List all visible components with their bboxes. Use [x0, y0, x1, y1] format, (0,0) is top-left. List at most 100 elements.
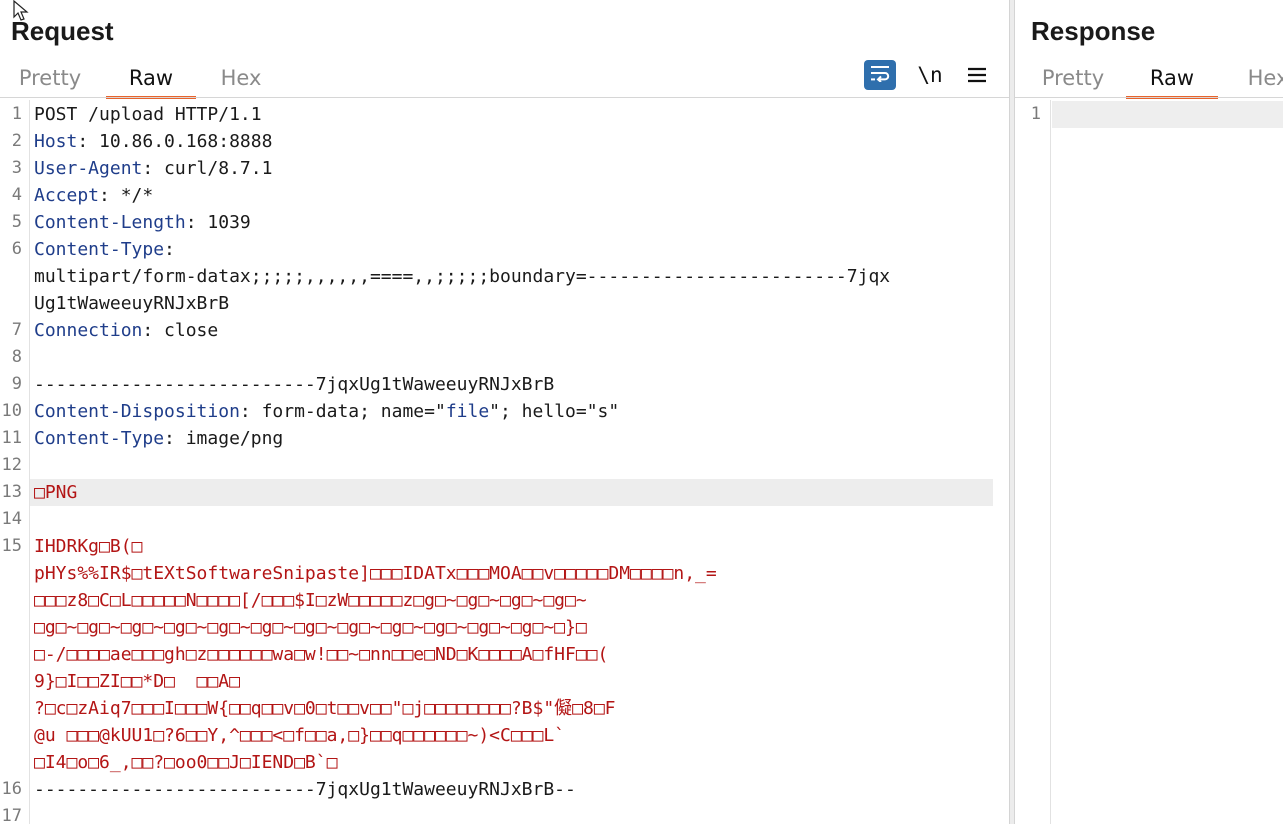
line-number: 13: [1, 482, 22, 502]
text-segment: POST /upload HTTP/1.1: [34, 104, 262, 125]
header-name: Content-Type: [34, 428, 165, 449]
text-segment: : 10.86.0.168:8888: [77, 131, 273, 152]
line-number: 8: [11, 347, 22, 367]
menu-icon[interactable]: [962, 60, 992, 90]
code-line[interactable]: 13 □PNG: [0, 479, 1009, 506]
tab-hex[interactable]: Hex: [212, 62, 270, 96]
response-editor[interactable]: 1: [1015, 100, 1283, 824]
header-name: Host: [34, 131, 78, 152]
code-line[interactable]: ?□c□zAiq7□□□I□□□W{□□q□□v□0□t□□v□□"□j□□□□…: [0, 695, 1009, 722]
code-line[interactable]: □-/□□□□ae□□□gh□z□□□□□□wa□w!□□~□nn□□e□ND□…: [0, 641, 1009, 668]
code-line[interactable]: 1 POST /upload HTTP/1.1: [0, 101, 1009, 128]
code-line[interactable]: 11 Content-Type: image/png: [0, 425, 1009, 452]
text-segment: : close: [142, 320, 219, 341]
request-editor[interactable]: 1 POST /upload HTTP/1.1 2 Host: 10.86.0.168…: [0, 100, 1009, 824]
code-line[interactable]: 5 Content-Length: 1039: [0, 209, 1009, 236]
header-name: Content-Type: [34, 239, 165, 260]
code-line[interactable]: □I4□o□6_,□□?□oo0□□J□IEND□B`□: [0, 749, 1009, 776]
text-segment: : form-data; name=": [239, 401, 446, 422]
tab-raw[interactable]: Raw: [1126, 62, 1218, 99]
code-line[interactable]: 9 --------------------------7jqxUg1tWawee…: [0, 371, 1009, 398]
code-line[interactable]: 14: [0, 506, 1009, 533]
code-line[interactable]: 4 Accept: */*: [0, 182, 1009, 209]
tab-divider: [1015, 97, 1283, 98]
text-segment: IHDRKg□B(□: [34, 536, 143, 557]
line-number: 3: [11, 158, 22, 178]
text-segment: : image/png: [164, 428, 284, 449]
code-line[interactable]: □□□z8□C□L□□□□□N□□□□[/□□□$I□zW□□□□□z□g□~□…: [0, 587, 1009, 614]
header-name: Connection: [34, 320, 143, 341]
line-text: --------------------------7jqxUg1tWaweeu…: [34, 776, 576, 803]
code-line[interactable]: □g□~□g□~□g□~□g□~□g□~□g□~□g□~□g□~□g□~□g□~…: [0, 614, 1009, 641]
text-segment: multipart/form-datax;;;;;,,,,,,====,,;;;…: [34, 266, 891, 287]
header-name: Accept: [34, 185, 100, 206]
tab-raw[interactable]: Raw: [106, 62, 196, 99]
text-segment: : */*: [99, 185, 154, 206]
text-segment: file: [445, 401, 490, 422]
code-line[interactable]: 15 IHDRKg□B(□: [0, 533, 1009, 560]
line-text: POST /upload HTTP/1.1: [34, 101, 262, 128]
code-line[interactable]: 17: [0, 803, 1009, 824]
text-segment: □-/□□□□ae□□□gh□z□□□□□□wa□w!□□~□nn□□e□ND□…: [34, 644, 609, 665]
word-wrap-toggle-button[interactable]: [864, 60, 896, 90]
text-segment: : 1039: [185, 212, 251, 233]
text-segment: : curl/8.7.1: [142, 158, 273, 179]
code-line[interactable]: 7 Connection: close: [0, 317, 1009, 344]
header-name: Content-Disposition: [34, 401, 240, 422]
line-number: 1: [1030, 104, 1041, 124]
text-segment: ?□c□zAiq7□□□I□□□W{□□q□□v□0□t□□v□□"□j□□□□…: [34, 698, 616, 719]
code-line[interactable]: pHYs%%IR$□tEXtSoftwareSnipaste]□□□IDATx□…: [0, 560, 1009, 587]
line-number: 17: [1, 806, 22, 824]
request-tabs: Pretty Raw Hex: [0, 62, 1009, 99]
code-line[interactable]: 12: [0, 452, 1009, 479]
tab-hex[interactable]: Hex: [1239, 62, 1283, 96]
text-segment: □I4□o□6_,□□?□oo0□□J□IEND□B`□: [34, 752, 338, 773]
request-panel: Request Pretty Raw Hex \n 1 POST /upload …: [0, 0, 1009, 824]
line-number: 1: [11, 104, 22, 124]
line-number: 12: [1, 455, 22, 475]
line-number: 6: [11, 239, 22, 259]
code-line[interactable]: 10 Content-Disposition: form-data; name="…: [0, 398, 1009, 425]
code-line[interactable]: multipart/form-datax;;;;;,,,,,,====,,;;;…: [0, 263, 1009, 290]
line-text: □-/□□□□ae□□□gh□z□□□□□□wa□w!□□~□nn□□e□ND□…: [34, 641, 608, 668]
line-text: Content-Type: image/png: [34, 425, 283, 452]
line-text: Content-Disposition: form-data; name="fi…: [34, 398, 619, 425]
tab-pretty[interactable]: Pretty: [14, 62, 86, 96]
code-line[interactable]: 9}□I□□ZI□□*D□ □□A□: [0, 668, 1009, 695]
line-number: 2: [11, 131, 22, 151]
text-segment: pHYs%%IR$□tEXtSoftwareSnipaste]□□□IDATx□…: [34, 563, 717, 584]
line-number: 7: [11, 320, 22, 340]
line-text: Accept: */*: [34, 182, 153, 209]
text-segment: 9}□I□□ZI□□*D□ □□A□: [34, 671, 240, 692]
line-number: 10: [1, 401, 22, 421]
code-line[interactable]: @u □□□@kUU1□?6□□Y,^□□□<□f□□a,□}□□q□□□□□□…: [0, 722, 1009, 749]
text-segment: Ug1tWaweeuyRNJxBrB: [34, 293, 230, 314]
tab-divider: [0, 97, 1009, 98]
response-tabs: Pretty Raw Hex: [1015, 62, 1283, 99]
line-text: @u □□□@kUU1□?6□□Y,^□□□<□f□□a,□}□□q□□□□□□…: [34, 722, 565, 749]
mouse-pointer-icon: [12, 0, 32, 26]
code-line[interactable]: 2 Host: 10.86.0.168:8888: [0, 128, 1009, 155]
line-text: pHYs%%IR$□tEXtSoftwareSnipaste]□□□IDATx□…: [34, 560, 717, 587]
text-segment: □g□~□g□~□g□~□g□~□g□~□g□~□g□~□g□~□g□~□g□~…: [34, 617, 587, 638]
show-newlines-button[interactable]: \n: [914, 60, 946, 90]
tab-pretty[interactable]: Pretty: [1037, 62, 1109, 96]
text-segment: :: [164, 239, 175, 260]
code-line[interactable]: Ug1tWaweeuyRNJxBrB: [0, 290, 1009, 317]
response-panel: Response Pretty Raw Hex 1: [1015, 0, 1283, 824]
code-line[interactable]: 8: [0, 344, 1009, 371]
code-line[interactable]: 6 Content-Type:: [0, 236, 1009, 263]
text-segment: --------------------------7jqxUg1tWaweeu…: [34, 779, 576, 800]
line-number: 9: [11, 374, 22, 394]
code-line[interactable]: 16 --------------------------7jqxUg1tWawe…: [0, 776, 1009, 803]
line-number: 15: [1, 536, 22, 556]
line-text: Host: 10.86.0.168:8888: [34, 128, 272, 155]
line-text: □PNG: [34, 479, 77, 506]
line-text: Content-Length: 1039: [34, 209, 251, 236]
line-text: □I4□o□6_,□□?□oo0□□J□IEND□B`□: [34, 749, 337, 776]
header-name: Content-Length: [34, 212, 186, 233]
text-segment: --------------------------7jqxUg1tWaweeu…: [34, 374, 555, 395]
line-text: ?□c□zAiq7□□□I□□□W{□□q□□v□0□t□□v□□"□j□□□□…: [34, 695, 616, 722]
wrap-icon: [869, 64, 891, 86]
code-line[interactable]: 3 User-Agent: curl/8.7.1: [0, 155, 1009, 182]
